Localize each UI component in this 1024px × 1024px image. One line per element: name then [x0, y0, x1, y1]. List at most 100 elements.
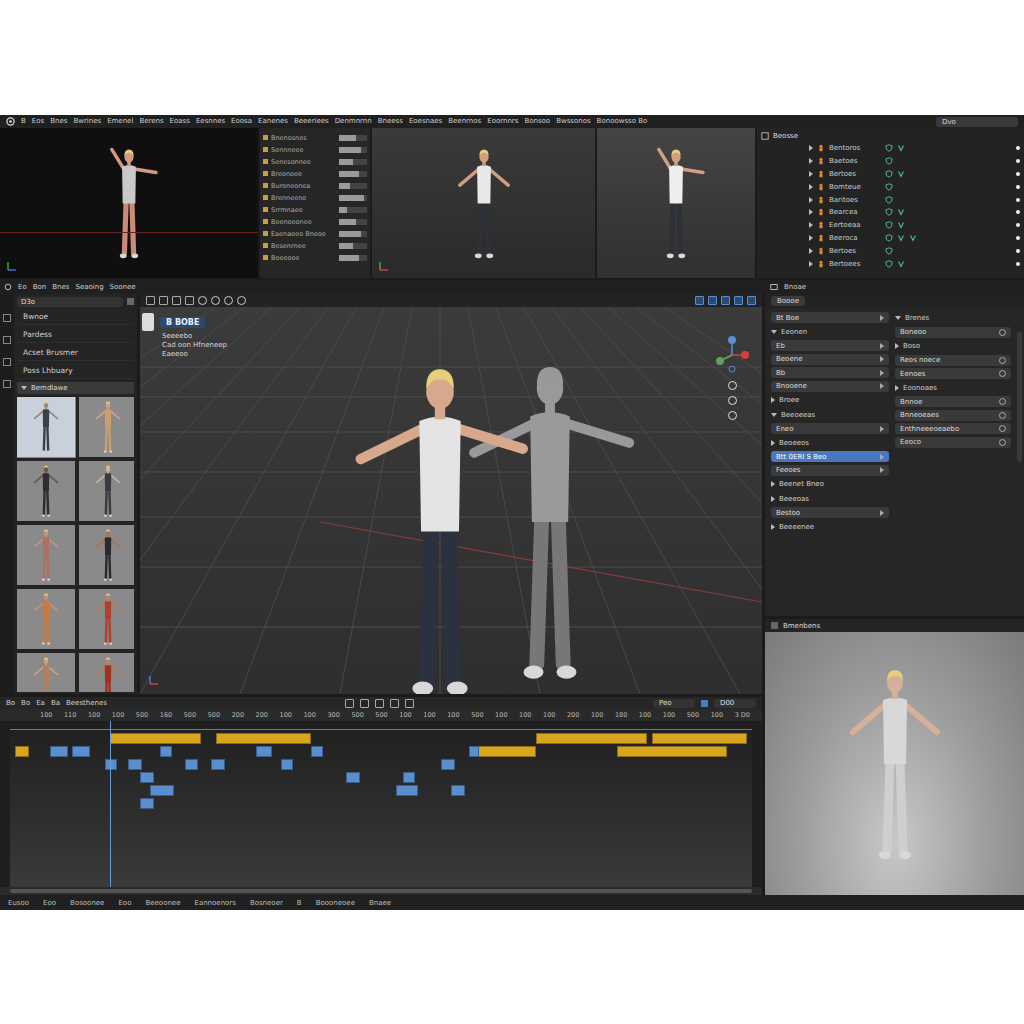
outliner-row[interactable]: Baetoes [761, 155, 1020, 168]
viewport-rig[interactable] [372, 128, 595, 278]
workspace-tab[interactable]: Seaoing [75, 282, 103, 293]
keyframe-block[interactable] [469, 746, 479, 757]
workspace-tab[interactable]: Soonee [110, 282, 136, 293]
overlay-toggle-icon[interactable] [695, 296, 704, 305]
expand-icon[interactable] [809, 145, 813, 151]
character-thumbnail[interactable] [17, 461, 75, 521]
asset-category[interactable]: Pardess [17, 328, 134, 343]
playback-icon[interactable] [375, 699, 384, 708]
menu-item[interactable]: Beeeriees [294, 116, 329, 127]
channel-row[interactable]: Eaenaoeo Bneoe [263, 228, 367, 239]
keyframe-block[interactable] [476, 746, 536, 757]
shading-mode-icon[interactable] [211, 296, 220, 305]
playback-icon[interactable] [390, 699, 399, 708]
tool-button-icon[interactable] [172, 296, 181, 305]
menu-item[interactable]: Bwrines [73, 116, 101, 127]
property-section[interactable]: Beeeenee [771, 521, 889, 533]
overlay-toggle-icon[interactable] [721, 296, 730, 305]
menu-item[interactable]: B [21, 116, 26, 127]
mode-label[interactable]: B BOBE [160, 317, 205, 328]
property-field[interactable]: Btt 0ERI S Beo [771, 451, 889, 462]
keyframe-block[interactable] [128, 759, 142, 770]
property-field[interactable]: Enthneeeoeaebo [895, 423, 1011, 434]
character-thumbnail[interactable] [17, 397, 75, 457]
properties-icon[interactable] [770, 283, 778, 291]
workspace-tab[interactable]: Bnes [52, 282, 69, 293]
property-field[interactable]: Eeoco [895, 437, 1011, 448]
editor-type-icon[interactable] [4, 283, 12, 291]
property-section[interactable]: Brenes [895, 312, 1011, 324]
property-section[interactable]: Eeonen [771, 326, 889, 338]
viewport-pose[interactable] [597, 128, 755, 278]
expand-icon[interactable] [809, 184, 813, 190]
outliner-row[interactable]: Baritoes [761, 193, 1020, 206]
property-section[interactable]: Eoonoaes [895, 382, 1011, 394]
rigged-figure-wrap[interactable] [320, 359, 560, 694]
navigation-icon[interactable] [728, 411, 737, 420]
keyframe-block[interactable] [256, 746, 272, 757]
channel-level[interactable] [339, 195, 367, 201]
playback-icon[interactable] [360, 699, 369, 708]
channel-row[interactable]: Brenneeno [263, 192, 367, 203]
visibility-toggle[interactable] [1016, 172, 1020, 176]
character-thumbnail[interactable] [17, 525, 75, 585]
keyframe-block[interactable] [441, 759, 455, 770]
timeline-menu[interactable]: Bo [6, 698, 15, 709]
visibility-toggle[interactable] [1016, 185, 1020, 189]
property-field[interactable]: Bb [771, 367, 889, 378]
menu-item[interactable]: Eesnnes [196, 116, 225, 127]
overlay-toggle-icon[interactable] [734, 296, 743, 305]
channel-level[interactable] [339, 243, 367, 249]
keyframe-block[interactable] [281, 759, 293, 770]
keyframe-block[interactable] [105, 759, 117, 770]
preview-canvas[interactable] [765, 632, 1024, 895]
tool-button-icon[interactable] [146, 296, 155, 305]
tool-button-icon[interactable] [159, 296, 168, 305]
outliner-row[interactable]: Bertoes [761, 168, 1020, 181]
shading-mode-icon[interactable] [198, 296, 207, 305]
expand-icon[interactable] [809, 197, 813, 203]
expand-icon[interactable] [809, 209, 813, 215]
tool-icon[interactable] [3, 358, 11, 366]
property-field[interactable]: Bestoo [771, 507, 889, 518]
property-section[interactable]: Beeeoas [771, 493, 889, 505]
menu-item[interactable]: Bnes [50, 116, 67, 127]
app-logo-icon[interactable] [6, 117, 15, 126]
timeline-menu[interactable]: Beesthenes [66, 698, 107, 709]
menu-item[interactable]: Bonoowsso Bo [597, 116, 648, 127]
asset-search-field[interactable]: D3o [17, 297, 123, 307]
keyframe-block[interactable] [50, 746, 68, 757]
keyframe-block[interactable] [140, 772, 154, 783]
character-thumbnail[interactable] [79, 589, 134, 649]
keyframe-block[interactable] [160, 746, 172, 757]
property-field[interactable]: Beoene [771, 354, 889, 365]
menu-item[interactable]: Denmnrnn [335, 116, 372, 127]
keyframe-block[interactable] [72, 746, 90, 757]
property-field[interactable]: Bnneoeaes [895, 410, 1011, 421]
timeline-menu[interactable]: Ea [36, 698, 45, 709]
keyframe-block[interactable] [451, 785, 465, 796]
visibility-toggle[interactable] [1016, 262, 1020, 266]
channel-row[interactable]: Bnenosnes [263, 132, 367, 143]
outliner-row[interactable]: Bertoees [761, 257, 1020, 270]
frame-ruler[interactable]: 1001101001005001605005002002001001003005… [0, 709, 762, 721]
viewport-front[interactable] [0, 128, 258, 278]
asset-section-header[interactable]: Bemdlawe [17, 382, 134, 394]
keyframe-block[interactable] [311, 746, 323, 757]
keyframe-block[interactable] [617, 746, 727, 757]
expand-icon[interactable] [809, 222, 813, 228]
expand-icon[interactable] [809, 171, 813, 177]
keyframe-block[interactable] [403, 772, 415, 783]
expand-icon[interactable] [809, 235, 813, 241]
axis-gizmo-icon[interactable] [712, 335, 752, 375]
menu-item[interactable]: Emenel [107, 116, 133, 127]
channel-level[interactable] [339, 207, 367, 213]
asset-category[interactable]: Bwnoe [17, 310, 134, 325]
keyframe-block[interactable] [185, 759, 197, 770]
menu-item[interactable]: Bneess [378, 116, 403, 127]
overlay-toggle-icon[interactable] [708, 296, 717, 305]
main-viewport[interactable]: B BOBESeeeeboCad oon HfneneepEaeeoo [140, 294, 762, 694]
property-section[interactable]: Boso [895, 340, 1011, 352]
property-field[interactable]: Eenoes [895, 368, 1011, 379]
outliner-row[interactable]: Bearcea [761, 206, 1020, 219]
